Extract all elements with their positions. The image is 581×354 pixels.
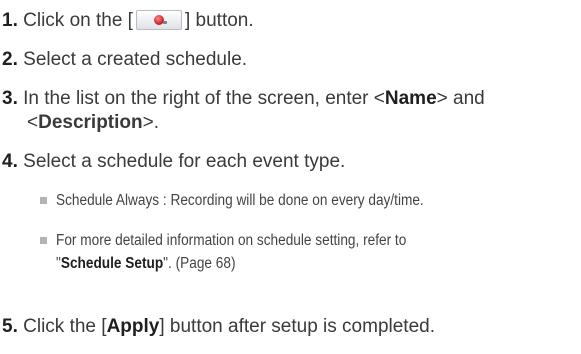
- note-bullet-icon: [40, 197, 47, 204]
- step-text-prefix: <: [27, 112, 39, 133]
- step-number: 3.: [2, 88, 18, 109]
- step-text-suffix: > and: [436, 88, 485, 109]
- step-text-before: Click on the [: [23, 10, 133, 31]
- instruction-steps: 1. Click on the [ ] button. 2. Select a c…: [0, 0, 581, 354]
- step-2: 2. Select a created schedule.: [2, 48, 247, 72]
- step-4: 4. Select a schedule for each event type…: [2, 150, 345, 174]
- step-number: 4.: [2, 151, 18, 172]
- record-icon-tail: [162, 21, 167, 24]
- record-button[interactable]: [135, 10, 182, 30]
- description-field-label: Description: [38, 112, 143, 133]
- step-text: Select a schedule for each event type.: [23, 151, 346, 172]
- step-text-suffix: >.: [142, 112, 160, 133]
- note-more-info-line2: "Schedule Setup". (Page 68): [56, 253, 236, 275]
- step-5: 5. Click the [Apply] button after setup …: [2, 315, 435, 339]
- step-number: 5.: [2, 316, 18, 337]
- step-number: 2.: [2, 49, 18, 70]
- step-text: Select a created schedule.: [23, 49, 248, 70]
- step-number: 1.: [2, 10, 18, 31]
- step-3-continuation: <Description>.: [27, 111, 159, 135]
- note-schedule-always: Schedule Always : Recording will be done…: [56, 192, 424, 209]
- step-text-after: ] button after setup is completed.: [159, 316, 436, 337]
- step-3: 3. In the list on the right of the scree…: [2, 87, 485, 111]
- name-field-label: Name: [384, 88, 437, 109]
- step-text-after: ] button.: [184, 10, 254, 31]
- step-1: 1. Click on the [ ] button.: [2, 9, 254, 33]
- step-text-before: Click the [: [23, 316, 107, 337]
- apply-button-label: Apply: [106, 316, 160, 337]
- step-text-prefix: In the list on the right of the screen, …: [23, 88, 385, 109]
- note-bullet-icon: [40, 237, 47, 244]
- note-more-info-line1: For more detailed information on schedul…: [56, 232, 407, 249]
- schedule-setup-reference: Schedule Setup: [60, 255, 164, 272]
- note-text-suffix: ". (Page 68): [163, 255, 236, 272]
